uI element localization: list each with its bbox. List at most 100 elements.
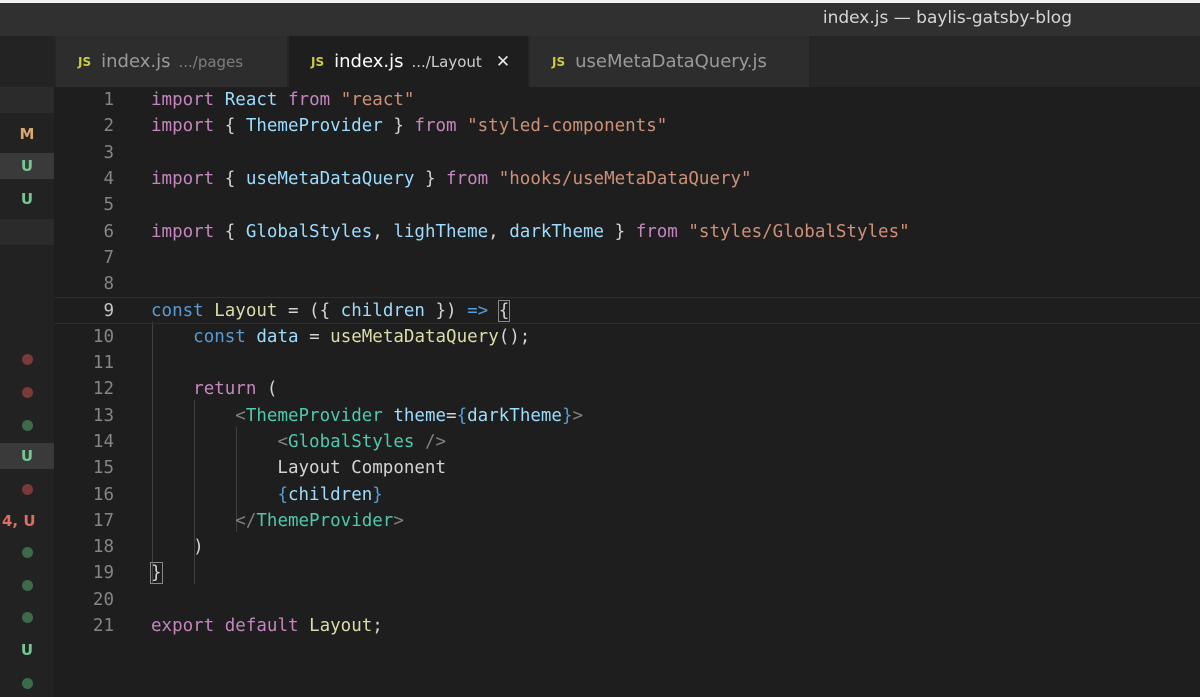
code-token: = [446, 405, 457, 426]
line-number: 6 [103, 221, 114, 242]
code-token: import [151, 116, 215, 137]
code-token: ) [151, 537, 204, 558]
code-line[interactable]: 7 [54, 245, 1200, 271]
code-line[interactable]: 15 Layout Component [54, 455, 1200, 481]
code-token: lighTheme [393, 221, 489, 242]
code-line[interactable]: 3 [54, 140, 1200, 166]
ok-dot-icon [21, 546, 33, 558]
line-number: 8 [103, 274, 114, 295]
code-line[interactable]: 2 import { ThemeProvider } from "styled-c… [54, 113, 1200, 139]
explorer-status-gutter: M U U U 4, U U [0, 87, 54, 697]
code-token: > [393, 510, 404, 531]
gutter-row [0, 219, 54, 245]
code-token: { [456, 405, 468, 426]
js-file-icon: JS [311, 54, 325, 69]
code-text: {children} [151, 482, 382, 508]
code-text: } [150, 560, 163, 586]
ok-dot-icon [21, 419, 33, 431]
code-line[interactable]: 20 [54, 587, 1200, 613]
code-token: default [224, 616, 299, 636]
tab-filename: index.js [334, 51, 404, 72]
code-line[interactable]: 5 [54, 192, 1200, 218]
code-token: "styled-components" [467, 116, 668, 137]
code-token: , [372, 221, 394, 242]
code-token: ( [256, 379, 278, 400]
code-token: children [340, 301, 425, 322]
line-number: 2 [103, 116, 114, 137]
untracked-badge: U [20, 190, 34, 208]
code-line[interactable]: 13 <ThemeProvider theme={darkTheme}> [54, 403, 1200, 429]
code-token: (); [498, 326, 531, 347]
code-line[interactable]: 16 {children} [54, 482, 1200, 508]
gutter-row [0, 346, 54, 372]
close-icon[interactable]: ✕ [496, 52, 510, 72]
code-line[interactable]: 6 import { GlobalStyles, lighTheme, darkT… [54, 219, 1200, 245]
tab-use-meta-data-query[interactable]: JS useMetaDataQuery.js [530, 36, 810, 87]
code-token: < [277, 431, 288, 452]
tab-index-layout[interactable]: JS index.js .../Layout ✕ [289, 36, 529, 87]
code-token: { [497, 300, 511, 323]
tab-index-pages[interactable]: JS index.js .../pages [56, 36, 288, 87]
code-editor[interactable]: 1 import React from "react" 2 import { Them… [54, 87, 1200, 697]
code-text: import React from "react" [151, 87, 414, 113]
gutter-row [0, 604, 54, 630]
line-number: 13 [92, 405, 114, 426]
js-file-icon: JS [78, 54, 92, 69]
code-line[interactable]: 19} [54, 560, 1200, 586]
code-token: /> [424, 431, 447, 452]
line-number: 7 [103, 247, 114, 268]
code-line[interactable]: 14 <GlobalStyles /> [54, 429, 1200, 455]
code-token: ThemeProvider [245, 116, 383, 137]
code-token: } [414, 168, 447, 189]
code-token: = ({ [277, 301, 341, 322]
code-line[interactable]: 12 return ( [54, 376, 1200, 402]
js-file-icon: JS [552, 54, 566, 69]
code-token: from [414, 116, 457, 137]
line-number: 4 [103, 168, 114, 189]
code-line[interactable]: 17 </ThemeProvider> [54, 508, 1200, 534]
line-number: 1 [103, 90, 114, 110]
code-token: { [277, 484, 288, 505]
code-line[interactable]: 21 export default Layout; [54, 613, 1200, 639]
code-text: const data = useMetaDataQuery(); [151, 324, 530, 350]
untracked-badge: U [0, 443, 54, 469]
code-line[interactable]: 1 import React from "react" [54, 87, 1200, 113]
code-token: import [151, 90, 215, 110]
untracked-badge: U [20, 641, 34, 659]
code-token: import [151, 221, 215, 242]
code-line[interactable]: 11 [54, 350, 1200, 376]
code-text: import { useMetaDataQuery } from "hooks/… [151, 166, 752, 192]
code-token: "styles/GlobalStyles" [688, 221, 910, 242]
code-token: from [635, 221, 678, 242]
code-line[interactable]: 4 import { useMetaDataQuery } from "hooks… [54, 166, 1200, 192]
title-bar: index.js — baylis-gatsby-blog [0, 0, 1200, 36]
code-line[interactable]: 9 const Layout = ({ children }) => { [54, 297, 1200, 324]
line-number: 16 [92, 484, 114, 505]
line-number: 17 [92, 510, 114, 531]
line-number: 3 [103, 142, 114, 163]
code-token: useMetaDataQuery [330, 326, 499, 347]
error-dot-icon [21, 353, 33, 365]
code-text: Layout Component [151, 455, 446, 481]
code-token: "hooks/useMetaDataQuery" [498, 168, 752, 189]
code-line[interactable]: 18 ) [54, 534, 1200, 560]
line-number: 20 [92, 589, 114, 610]
code-token: } [604, 221, 636, 242]
code-text: <GlobalStyles /> [151, 429, 446, 455]
code-line[interactable]: 10 const data = useMetaDataQuery(); [54, 324, 1200, 350]
gutter-row [0, 670, 54, 696]
code-token: ; [372, 616, 383, 636]
code-token: > [572, 405, 584, 426]
gutter-row [0, 87, 54, 113]
code-token: const [151, 301, 204, 322]
code-line[interactable]: 8 [54, 271, 1200, 297]
